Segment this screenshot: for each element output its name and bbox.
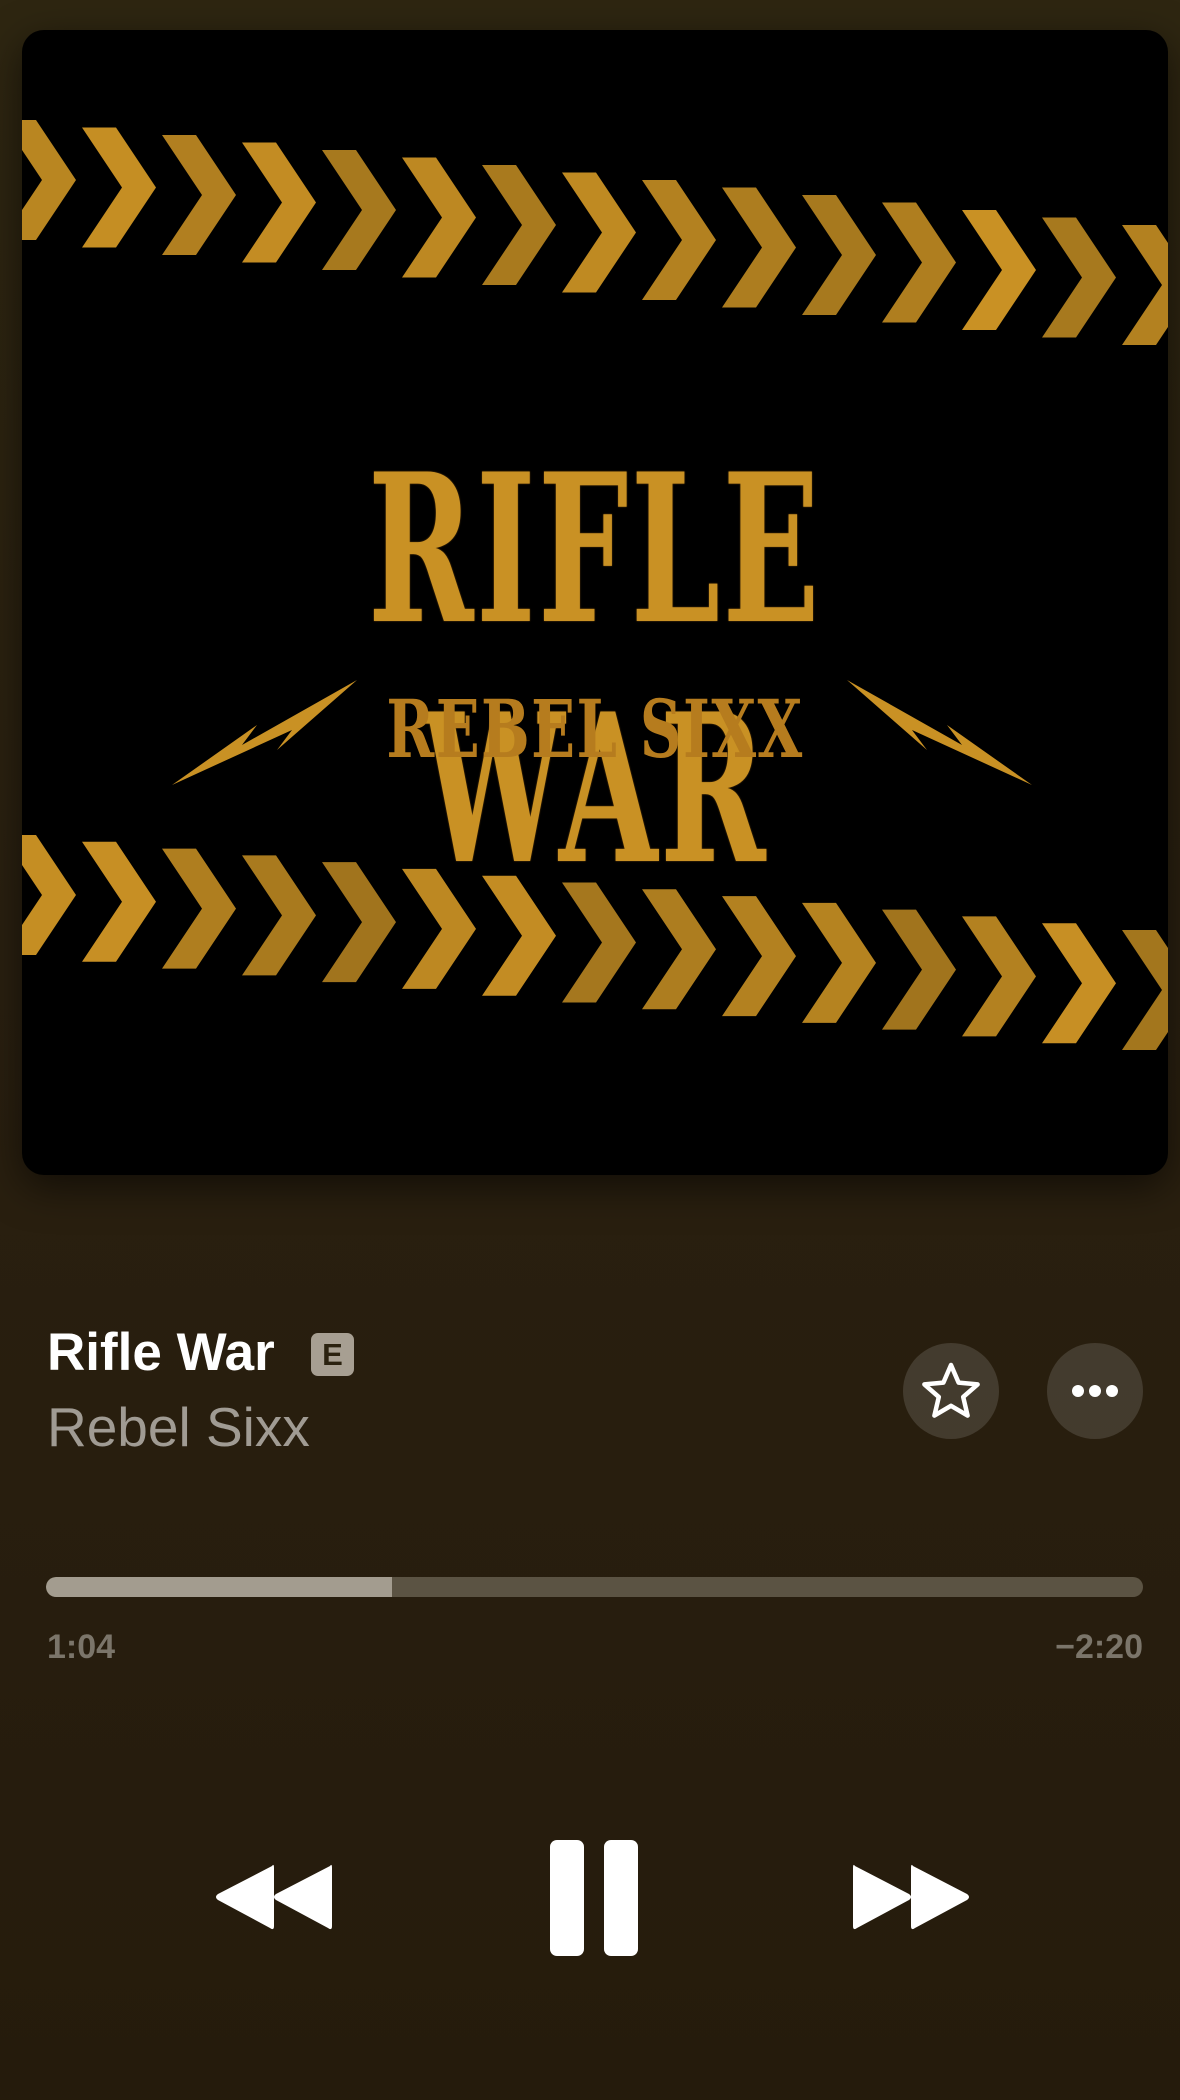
chevron-mark bbox=[82, 128, 156, 248]
remaining-time: −2:20 bbox=[1055, 1628, 1143, 1667]
chevron-mark bbox=[562, 173, 636, 293]
chevron-mark bbox=[962, 916, 1036, 1036]
chevron-mark bbox=[482, 165, 556, 285]
chevron-mark bbox=[1042, 923, 1116, 1043]
top-chevron-stripe bbox=[22, 120, 1168, 345]
chevron-mark bbox=[962, 210, 1036, 330]
ellipsis-icon bbox=[1047, 1343, 1143, 1439]
pause-icon bbox=[548, 1838, 640, 1958]
song-title[interactable]: Rifle War bbox=[47, 1322, 275, 1383]
progress-scrubber[interactable] bbox=[46, 1577, 1143, 1597]
chevron-mark bbox=[642, 180, 716, 300]
backward-icon bbox=[212, 1860, 336, 1934]
chevron-mark bbox=[22, 120, 76, 240]
chevron-mark bbox=[802, 903, 876, 1023]
chevron-mark bbox=[802, 195, 876, 315]
chevron-mark bbox=[22, 835, 76, 955]
album-artwork: RIFLE WAR REBEL SIXX bbox=[22, 30, 1168, 1175]
chevron-mark bbox=[242, 143, 316, 263]
forward-icon bbox=[851, 1860, 975, 1934]
chevron-mark bbox=[82, 842, 156, 962]
previous-track-button[interactable] bbox=[212, 1860, 336, 1934]
next-track-button[interactable] bbox=[851, 1860, 975, 1934]
chevron-mark bbox=[162, 849, 236, 969]
play-pause-button[interactable] bbox=[548, 1838, 640, 1958]
chevron-mark bbox=[882, 910, 956, 1030]
chevron-mark bbox=[1122, 225, 1168, 345]
chevron-mark bbox=[722, 188, 796, 308]
star-icon bbox=[903, 1343, 999, 1439]
progress-fill bbox=[46, 1577, 392, 1597]
artist-name[interactable]: Rebel Sixx bbox=[47, 1395, 310, 1459]
more-options-button[interactable] bbox=[1047, 1343, 1143, 1439]
elapsed-time: 1:04 bbox=[47, 1628, 115, 1667]
artwork-title-text: RIFLE WAR bbox=[240, 430, 951, 910]
chevron-mark bbox=[1122, 930, 1168, 1050]
chevron-mark bbox=[162, 135, 236, 255]
chevron-mark bbox=[882, 203, 956, 323]
chevron-mark bbox=[722, 896, 796, 1016]
favorite-button[interactable] bbox=[903, 1343, 999, 1439]
chevron-mark bbox=[402, 158, 476, 278]
artwork-subtitle-text: REBEL SIXX bbox=[182, 682, 1007, 776]
chevron-mark bbox=[1042, 218, 1116, 338]
chevron-mark bbox=[322, 150, 396, 270]
explicit-badge: E bbox=[311, 1333, 354, 1376]
